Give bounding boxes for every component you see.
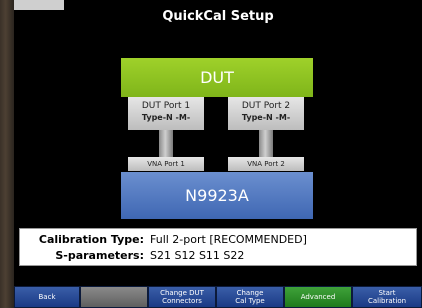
dut-port-2-name: DUT Port 2 (241, 101, 291, 111)
cable-port-1 (159, 130, 173, 157)
sparameters-label: S-parameters: (55, 249, 144, 262)
dut-port-2: DUT Port 2 Type-N -M- (228, 97, 304, 130)
blank-softkey[interactable] (80, 286, 148, 308)
device-bezel-left (0, 0, 14, 308)
back-button[interactable]: Back (14, 286, 80, 308)
vna-block: N9923A (121, 172, 313, 219)
cable-port-2 (259, 130, 273, 157)
change-dut-connectors-button[interactable]: Change DUT Connectors (148, 286, 216, 308)
calibration-type-label: Calibration Type: (38, 233, 144, 246)
dut-port-1-type: Type-N -M- (141, 113, 191, 122)
dut-block: DUT (121, 58, 313, 97)
softkey-bar: Back Change DUT Connectors Change Cal Ty… (14, 286, 422, 308)
sparameters-value: S21 S12 S11 S22 (150, 249, 245, 262)
instrument-screen: QuickCal Setup DUT DUT Port 1 Type-N -M-… (14, 0, 422, 308)
calibration-type-row: Calibration Type: Full 2-port [RECOMMEND… (20, 233, 416, 247)
calibration-info-panel: Calibration Type: Full 2-port [RECOMMEND… (19, 228, 417, 266)
page-title: QuickCal Setup (162, 9, 274, 24)
dut-port-2-type: Type-N -M- (241, 113, 291, 122)
start-calibration-button[interactable]: Start Calibration (352, 286, 422, 308)
vna-port-2: VNA Port 2 (228, 157, 304, 171)
dut-port-1-name: DUT Port 1 (141, 101, 191, 111)
sparameters-row: S-parameters: S21 S12 S11 S22 (20, 249, 416, 263)
advanced-button[interactable]: Advanced (284, 286, 352, 308)
change-cal-type-button[interactable]: Change Cal Type (216, 286, 284, 308)
vna-port-1: VNA Port 1 (128, 157, 204, 171)
calibration-type-value: Full 2-port [RECOMMENDED] (150, 233, 307, 246)
dut-port-1: DUT Port 1 Type-N -M- (128, 97, 204, 130)
